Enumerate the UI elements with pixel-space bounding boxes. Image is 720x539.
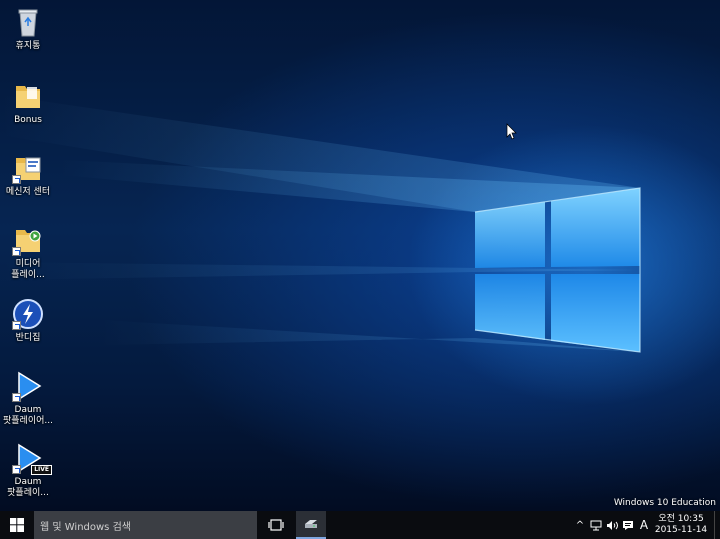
input-indicator-button[interactable]: A [636, 511, 652, 539]
ime-indicator: A [639, 518, 649, 532]
live-badge: LIVE [31, 465, 52, 475]
task-view-icon [268, 519, 284, 531]
clock-time: 오전 10:35 [658, 514, 704, 524]
shortcut-arrow-icon [12, 247, 21, 256]
search-placeholder: 웹 및 Windows 검색 [40, 521, 131, 533]
desktop-icon-label: 미디어 플레이... [11, 259, 45, 280]
bandizip-icon [12, 298, 44, 330]
search-input[interactable]: 웹 및 Windows 검색 [34, 511, 257, 539]
network-button[interactable] [588, 511, 604, 539]
folder-icon [12, 80, 44, 112]
desktop-icon-label: 휴지통 [15, 41, 41, 51]
desktop-icon-label: 메신저 센터 [5, 187, 51, 197]
show-desktop-button[interactable] [714, 511, 720, 539]
volume-button[interactable] [604, 511, 620, 539]
show-hidden-icons-button[interactable]: ^ [572, 511, 588, 539]
edition-watermark: Windows 10 Education [613, 498, 716, 508]
shortcut-arrow-icon [12, 321, 21, 330]
clock-date: 2015-11-14 [654, 525, 708, 535]
taskbar-app-drive[interactable] [296, 511, 326, 539]
desktop-icon-label: Daum 팟플레이어... [3, 405, 53, 426]
desktop-icon-label: Daum 팟플레이... [7, 477, 49, 498]
shortcut-arrow-icon [12, 465, 21, 474]
desktop-icon-bandizip[interactable]: 반디집 [2, 298, 54, 344]
chevron-up-icon: ^ [575, 519, 585, 531]
drive-icon [305, 520, 317, 528]
mouse-cursor-icon [506, 123, 517, 140]
desktop-icon-label: 반디집 [15, 333, 41, 343]
windows-logo-icon [10, 518, 24, 532]
volume-icon [606, 520, 618, 530]
network-icon [590, 520, 602, 530]
recycle-bin-icon [12, 6, 44, 38]
wallpaper [0, 95, 641, 353]
shortcut-arrow-icon [12, 175, 21, 184]
task-view-button[interactable] [262, 511, 290, 539]
desktop-icon-media-player[interactable]: 미디어 플레이... [2, 224, 54, 281]
desktop-icon-bonus-folder[interactable]: Bonus [2, 80, 54, 126]
desktop[interactable]: 휴지통 Bonus 메신저 센터 미디어 플레이... 반디집 Daum 팟플레… [0, 0, 720, 511]
desktop-icon-messenger-center[interactable]: 메신저 센터 [2, 152, 54, 198]
potplayer-live-icon: LIVE [12, 442, 52, 475]
messenger-center-icon [12, 152, 44, 184]
desktop-icon-potplayer-live[interactable]: LIVE Daum 팟플레이... [2, 442, 54, 499]
taskbar[interactable]: 웹 및 Windows 검색 ^ A 오전 10:35 2015-11-14 [0, 511, 720, 539]
potplayer-icon [12, 370, 44, 402]
action-center-icon [623, 520, 633, 530]
start-button[interactable] [0, 511, 34, 539]
desktop-icon-label: Bonus [14, 115, 42, 125]
media-player-icon [12, 224, 44, 256]
clock-button[interactable]: 오전 10:35 2015-11-14 [652, 514, 710, 536]
desktop-icon-recycle-bin[interactable]: 휴지통 [2, 6, 54, 52]
system-tray: ^ A 오전 10:35 2015-11-14 [572, 511, 720, 539]
shortcut-arrow-icon [12, 393, 21, 402]
desktop-icon-potplayer[interactable]: Daum 팟플레이어... [2, 370, 54, 427]
action-center-button[interactable] [620, 511, 636, 539]
